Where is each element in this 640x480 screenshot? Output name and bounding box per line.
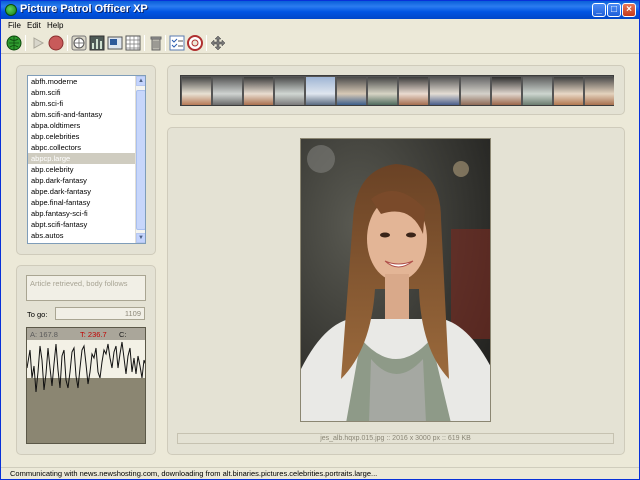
- thumbnail[interactable]: [492, 77, 521, 105]
- menu-help[interactable]: Help: [47, 21, 63, 30]
- newsgroup-item[interactable]: abp.fantasy-sci-fi: [28, 208, 145, 219]
- status-bar: Communicating with news.newshosting.com,…: [1, 467, 639, 479]
- minimize-button[interactable]: _: [592, 3, 606, 17]
- move-icon[interactable]: [209, 34, 227, 52]
- thumbnail[interactable]: [461, 77, 490, 105]
- menu-bar: File Edit Help: [1, 19, 639, 32]
- title-bar[interactable]: Picture Patrol Officer XP _ □ ×: [1, 1, 639, 19]
- globe-icon[interactable]: [5, 34, 23, 52]
- thumbnail[interactable]: [585, 77, 614, 105]
- newsgroup-item[interactable]: abm.scifi: [28, 87, 145, 98]
- newsgroup-item[interactable]: abp.celebrities: [28, 131, 145, 142]
- thumbnail[interactable]: [213, 77, 242, 105]
- newsgroup-item[interactable]: abp.dark-fantasy: [28, 175, 145, 186]
- newsgroup-item[interactable]: abm.sci-fi: [28, 98, 145, 109]
- newsgroup-item[interactable]: abm.scifi-and-fantasy: [28, 109, 145, 120]
- main-window: Picture Patrol Officer XP _ □ × File Edi…: [0, 0, 640, 480]
- newsgroup-item[interactable]: abpcp.large: [28, 153, 145, 164]
- monitor-icon[interactable]: [70, 34, 88, 52]
- thumbnail[interactable]: [306, 77, 335, 105]
- lifebuoy-icon[interactable]: [186, 34, 204, 52]
- image-caption: jes_alb.hqxp.015.jpg :: 2016 x 3000 px :…: [177, 433, 614, 444]
- newsgroup-list[interactable]: abfh.moderne abm.scifi abm.sci-fi abm.scifi…: [27, 75, 146, 244]
- newsgroup-item[interactable]: abpe.dark-fantasy: [28, 186, 145, 197]
- thumbnail[interactable]: [275, 77, 304, 105]
- newsgroup-item[interactable]: abpc.collectors: [28, 142, 145, 153]
- newsgroup-item[interactable]: abp.celebrity: [28, 164, 145, 175]
- grid-icon[interactable]: [124, 34, 142, 52]
- thumbnail[interactable]: [244, 77, 273, 105]
- menu-file[interactable]: File: [8, 21, 21, 30]
- article-status: Article retrieved, body follows: [26, 275, 146, 301]
- thumbnail[interactable]: [430, 77, 459, 105]
- close-button[interactable]: ×: [622, 3, 636, 17]
- toolbar: [1, 32, 639, 54]
- newsgroup-item[interactable]: abs.autos: [28, 230, 145, 241]
- app-globe-icon: [5, 4, 17, 16]
- bar-chart-icon[interactable]: [88, 34, 106, 52]
- newsgroup-item[interactable]: abpe.final-fantasy: [28, 197, 145, 208]
- preview-image[interactable]: [300, 138, 491, 422]
- thumbnail-strip[interactable]: [180, 75, 614, 106]
- togo-value: 1109: [55, 307, 145, 320]
- trash-icon[interactable]: [147, 34, 165, 52]
- checklist-icon[interactable]: [168, 34, 186, 52]
- menu-edit[interactable]: Edit: [27, 21, 41, 30]
- scroll-thumb[interactable]: [136, 90, 145, 230]
- speed-graph: A: 167.8 T: 236.7 C: 125.2: [26, 327, 146, 444]
- thumbnail[interactable]: [523, 77, 552, 105]
- list-scrollbar[interactable]: ▲ ▼: [135, 76, 145, 243]
- window-title: Picture Patrol Officer XP: [20, 3, 148, 15]
- scroll-up-button[interactable]: ▲: [136, 76, 145, 86]
- maximize-button[interactable]: □: [607, 3, 621, 17]
- scroll-down-button[interactable]: ▼: [136, 233, 145, 243]
- thumbnail[interactable]: [368, 77, 397, 105]
- newsgroup-item[interactable]: abpa.oldtimers: [28, 120, 145, 131]
- slideshow-icon[interactable]: [106, 34, 124, 52]
- thumbnail[interactable]: [337, 77, 366, 105]
- stop-icon[interactable]: [47, 34, 65, 52]
- play-icon[interactable]: [29, 34, 47, 52]
- thumbnail[interactable]: [554, 77, 583, 105]
- thumbnail[interactable]: [399, 77, 428, 105]
- togo-label: To go:: [27, 310, 48, 319]
- graph-line: [27, 341, 145, 393]
- newsgroup-item[interactable]: abpt.scifi-fantasy: [28, 219, 145, 230]
- thumbnail[interactable]: [182, 77, 211, 105]
- newsgroup-item[interactable]: abfh.moderne: [28, 76, 145, 87]
